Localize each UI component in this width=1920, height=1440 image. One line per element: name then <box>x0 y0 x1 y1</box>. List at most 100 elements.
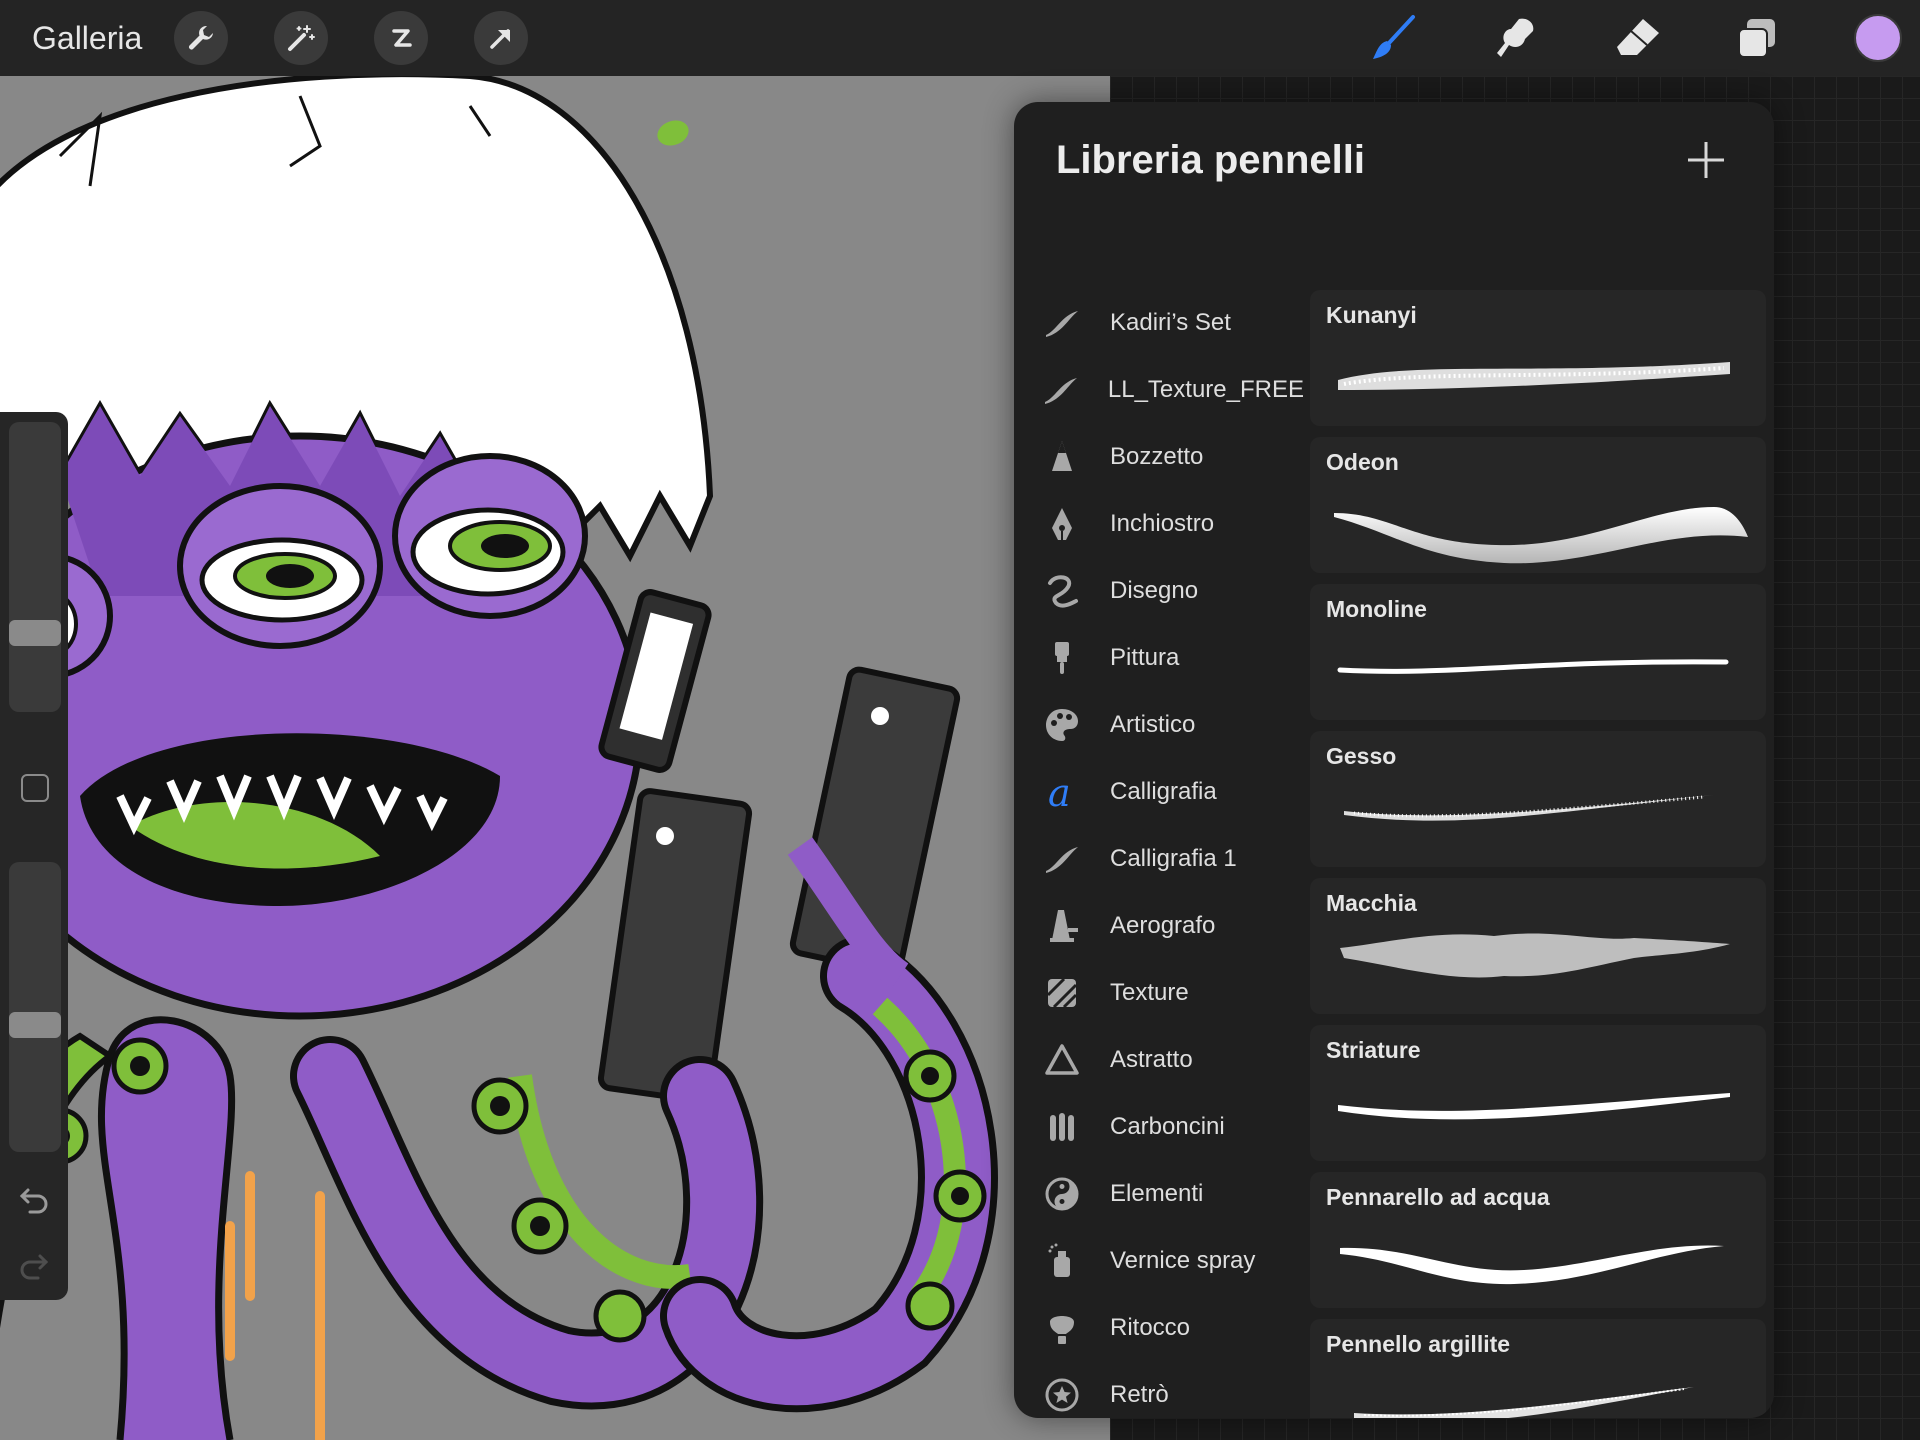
spray-can-icon <box>1034 1241 1090 1281</box>
color-picker-button[interactable] <box>1854 14 1902 62</box>
stroke-icon <box>1034 839 1090 879</box>
brush-size-slider-knob[interactable] <box>9 620 61 646</box>
selection-icon[interactable] <box>374 11 428 65</box>
brush-set-item[interactable]: Disegno <box>1014 557 1304 624</box>
brush-set-label: Inchiostro <box>1110 509 1215 537</box>
brush-stroke-preview <box>1334 781 1734 851</box>
wrench-icon[interactable] <box>174 11 228 65</box>
brush-set-label: Carboncini <box>1110 1112 1225 1140</box>
gallery-button[interactable]: Galleria <box>32 20 142 57</box>
brush-set-label: Disegno <box>1110 576 1199 604</box>
brush-icon[interactable] <box>1366 10 1422 66</box>
artwork-canvas[interactable] <box>0 76 1110 1440</box>
brush-set-label: Pittura <box>1110 643 1180 671</box>
modify-button[interactable] <box>21 774 49 802</box>
brush-name: Gesso <box>1326 743 1397 769</box>
brush-set-label: Elementi <box>1110 1179 1204 1207</box>
brush-set-label: Calligrafia 1 <box>1110 844 1237 872</box>
transform-arrow-icon[interactable] <box>474 11 528 65</box>
brush-set-label: LL_Texture_FREE <box>1107 375 1304 403</box>
brush-stroke-preview <box>1334 928 1734 998</box>
brush-set-item[interactable]: Vernice spray <box>1014 1227 1304 1294</box>
yin-yang-icon <box>1034 1174 1090 1214</box>
paintbrush-icon <box>1034 638 1090 678</box>
brush-set-label: Astratto <box>1110 1045 1193 1073</box>
brush-item[interactable]: Macchia <box>1310 878 1766 1014</box>
brush-set-label: Aerografo <box>1110 911 1216 939</box>
brush-name: Striature <box>1326 1037 1421 1063</box>
brush-name: Kunanyi <box>1326 302 1417 328</box>
brush-name: Odeon <box>1326 449 1399 475</box>
brush-set-label: Retrò <box>1110 1380 1169 1408</box>
palette-icon <box>1034 705 1090 745</box>
brush-set-label: Bozzetto <box>1110 442 1204 470</box>
brush-set-item[interactable]: Calligrafia 1 <box>1014 825 1304 892</box>
opacity-slider[interactable] <box>9 862 61 1152</box>
stroke-icon <box>1034 303 1090 343</box>
brush-set-item[interactable]: Inchiostro <box>1014 490 1304 557</box>
brush-name: Macchia <box>1326 890 1417 916</box>
brush-name: Pennello argillite <box>1326 1331 1511 1357</box>
left-sidebar <box>0 412 68 1300</box>
eraser-icon[interactable] <box>1610 10 1666 66</box>
squiggle-icon <box>1034 571 1090 611</box>
brush-set-label: Vernice spray <box>1110 1246 1256 1274</box>
opacity-slider-knob[interactable] <box>9 1012 61 1039</box>
stroke-icon <box>1034 370 1088 410</box>
brush-name: Pennarello ad acqua <box>1326 1184 1550 1210</box>
brush-size-slider[interactable] <box>9 422 61 712</box>
layers-icon[interactable] <box>1730 10 1786 66</box>
brush-item[interactable]: Odeon <box>1310 437 1766 573</box>
brush-set-label: Ritocco <box>1110 1313 1191 1341</box>
brush-set-label: Texture <box>1110 978 1189 1006</box>
brush-item[interactable]: Pennello argillite <box>1310 1319 1766 1418</box>
panel-title: Libreria pennelli <box>1056 138 1365 182</box>
svg-text:a: a <box>1048 772 1071 812</box>
brush-set-item[interactable]: Artistico <box>1014 691 1304 758</box>
brush-set-item[interactable]: a Calligrafia <box>1014 758 1304 825</box>
brush-set-item[interactable]: Aerografo <box>1014 892 1304 959</box>
undo-icon[interactable] <box>18 1182 50 1219</box>
add-icon[interactable] <box>1684 138 1728 182</box>
retouch-icon <box>1034 1308 1090 1348</box>
brush-set-item[interactable]: LL_Texture_FREE <box>1014 356 1304 423</box>
brush-set-item[interactable]: Bozzetto <box>1014 423 1304 490</box>
brush-item[interactable]: Monoline <box>1310 584 1766 720</box>
brush-set-item[interactable]: Ritocco <box>1014 1294 1304 1361</box>
brush-stroke-preview <box>1334 340 1734 410</box>
ink-nib-icon <box>1034 504 1090 544</box>
airbrush-icon <box>1034 906 1090 946</box>
calligraphy-a-icon: a <box>1034 772 1090 812</box>
smudge-icon[interactable] <box>1488 10 1544 66</box>
brush-set-label: Kadiri’s Set <box>1110 308 1231 336</box>
brush-library-panel: Libreria pennelli Kadiri’s Set LL_Texture… <box>1014 102 1774 1418</box>
brush-item[interactable]: Striature <box>1310 1025 1766 1161</box>
brush-set-item[interactable]: Carboncini <box>1014 1093 1304 1160</box>
brush-set-item[interactable]: Elementi <box>1014 1160 1304 1227</box>
brush-set-label: Artistico <box>1110 710 1196 738</box>
triangle-icon <box>1034 1040 1090 1080</box>
redo-icon[interactable] <box>18 1248 50 1285</box>
texture-icon <box>1034 973 1090 1013</box>
pencil-tip-icon <box>1034 437 1090 477</box>
brush-item[interactable]: Pennarello ad acqua <box>1310 1172 1766 1308</box>
brush-stroke-preview <box>1334 1075 1734 1145</box>
brush-stroke-preview <box>1334 1222 1734 1292</box>
charcoal-icon <box>1034 1107 1090 1147</box>
brush-set-item[interactable]: Kadiri’s Set <box>1014 289 1304 356</box>
brush-stroke-preview <box>1334 634 1734 704</box>
brush-set-item[interactable]: Astratto <box>1014 1026 1304 1093</box>
brush-set-label: Calligrafia <box>1110 777 1217 805</box>
brush-stroke-preview <box>1334 1369 1734 1418</box>
magic-wand-icon[interactable] <box>274 11 328 65</box>
brush-item[interactable]: Gesso <box>1310 731 1766 867</box>
star-badge-icon <box>1034 1375 1090 1415</box>
brush-stroke-preview <box>1334 487 1748 564</box>
brush-name: Monoline <box>1326 596 1427 622</box>
octopus-illustration <box>0 76 998 1440</box>
brush-set-item[interactable]: Pittura <box>1014 624 1304 691</box>
top-toolbar: Galleria <box>0 0 1920 76</box>
brush-set-item[interactable]: Retrò <box>1014 1361 1304 1418</box>
brush-item[interactable]: Kunanyi <box>1310 290 1766 426</box>
brush-set-item[interactable]: Texture <box>1014 959 1304 1026</box>
